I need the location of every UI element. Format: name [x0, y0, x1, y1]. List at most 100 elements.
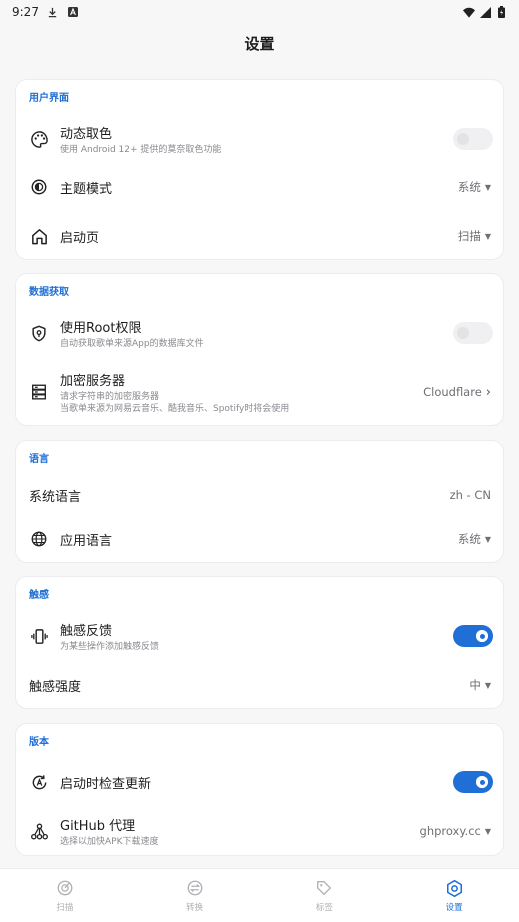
setting-system-language: 系统语言 zh - CN	[16, 473, 505, 517]
contrast-icon	[29, 177, 49, 197]
haptic-feedback-toggle[interactable]	[453, 625, 493, 647]
haptic-intensity-title: 触感强度	[29, 679, 82, 695]
update-icon	[29, 772, 49, 792]
dynamic-color-toggle[interactable]	[453, 128, 493, 150]
network-icon	[29, 821, 49, 841]
theme-mode-text: 主题模式	[60, 178, 112, 197]
encrypt-server-title: 加密服务器	[60, 373, 126, 389]
app-language-value: 系统	[457, 532, 481, 546]
setting-app-language[interactable]: 应用语言 系统 ▼	[16, 517, 505, 561]
section-title-version: 版本	[29, 737, 49, 748]
nav-item-tag[interactable]: 标签	[260, 869, 390, 922]
setting-github-proxy[interactable]: GitHub 代理 选择以加快APK下载速度 ghproxy.cc ▼	[16, 808, 505, 854]
encrypt-server-subtitle-2: 当歌单来源为网易云音乐、酷我音乐、Spotify时将会使用	[60, 403, 290, 414]
encrypt-server-value: Cloudflare	[423, 385, 482, 399]
caret-down-icon: ▼	[484, 534, 491, 544]
section-title-data: 数据获取	[29, 287, 69, 298]
theme-mode-title: 主题模式	[60, 181, 113, 197]
home-icon	[29, 226, 49, 246]
settings-icon	[444, 878, 464, 898]
globe-icon	[29, 529, 49, 549]
convert-icon	[185, 878, 205, 898]
haptic-intensity-value: 中	[469, 678, 481, 692]
setting-haptic-intensity[interactable]: 触感强度 中 ▼	[16, 663, 505, 707]
a-badge-icon	[67, 6, 79, 18]
setting-root[interactable]: 使用Root权限 自动获取歌单来源App的数据库文件	[16, 310, 505, 356]
status-time: 9:27	[12, 5, 39, 19]
haptic-intensity-text: 触感强度	[29, 676, 81, 695]
section-title-ui: 用户界面	[29, 93, 69, 104]
setting-dynamic-color[interactable]: 动态取色 使用 Android 12+ 提供的莫奈取色功能	[16, 116, 505, 162]
github-proxy-text: GitHub 代理 选择以加快APK下载速度	[60, 815, 159, 848]
section-ui: 用户界面 动态取色 使用 Android 12+ 提供的莫奈取色功能 主题模式 …	[15, 79, 504, 260]
palette-icon	[29, 129, 49, 149]
nav-item-scan[interactable]: 扫描	[0, 869, 130, 922]
encrypt-server-text: 加密服务器 请求字符串的加密服务器 当歌单来源为网易云音乐、酷我音乐、Spoti…	[60, 370, 289, 415]
section-title-haptics: 触感	[29, 590, 49, 601]
setting-check-update[interactable]: 启动时检查更新	[16, 760, 505, 804]
dynamic-color-subtitle: 使用 Android 12+ 提供的莫奈取色功能	[60, 144, 222, 155]
app-language-dropdown[interactable]: 系统 ▼	[458, 531, 491, 547]
download-icon	[47, 6, 59, 18]
encrypt-server-subtitle-1: 请求字符串的加密服务器	[60, 391, 160, 402]
app-language-title: 应用语言	[60, 533, 113, 549]
system-language-value: zh - CN	[449, 488, 491, 502]
nav-label-scan: 扫描	[56, 903, 74, 913]
nav-item-convert[interactable]: 转换	[130, 869, 260, 922]
nav-label-settings: 设置	[445, 903, 463, 913]
setting-launch-page[interactable]: 启动页 扫描 ▼	[16, 214, 505, 258]
github-proxy-value: ghproxy.cc	[419, 824, 481, 838]
launch-page-text: 启动页	[60, 227, 99, 246]
root-text: 使用Root权限 自动获取歌单来源App的数据库文件	[60, 317, 204, 350]
scan-icon	[55, 878, 75, 898]
root-title: 使用Root权限	[60, 320, 142, 336]
haptic-feedback-title: 触感反馈	[60, 623, 113, 639]
encrypt-server-link[interactable]: Cloudflare ›	[423, 385, 491, 400]
section-title-language: 语言	[29, 454, 49, 465]
signal-icon	[479, 6, 491, 18]
dynamic-color-text: 动态取色 使用 Android 12+ 提供的莫奈取色功能	[60, 123, 221, 156]
battery-icon	[495, 6, 507, 18]
github-proxy-title: GitHub 代理	[60, 818, 136, 834]
setting-haptic-feedback[interactable]: 触感反馈 为某些操作添加触感反馈	[16, 613, 505, 659]
launch-page-value: 扫描	[457, 229, 481, 243]
server-icon	[29, 382, 49, 402]
section-version: 版本 启动时检查更新 GitHub 代理 选择以加快APK下载速度 ghprox…	[15, 723, 504, 856]
setting-theme-mode[interactable]: 主题模式 系统 ▼	[16, 165, 505, 209]
status-bar: 9:27	[0, 0, 519, 24]
dynamic-color-title: 动态取色	[60, 126, 113, 142]
page-title: 设置	[244, 35, 275, 53]
section-language: 语言 系统语言 zh - CN 应用语言 系统 ▼	[15, 440, 504, 563]
haptic-feedback-text: 触感反馈 为某些操作添加触感反馈	[60, 620, 159, 653]
launch-page-title: 启动页	[60, 230, 100, 246]
setting-encrypt-server[interactable]: 加密服务器 请求字符串的加密服务器 当歌单来源为网易云音乐、酷我音乐、Spoti…	[16, 362, 505, 422]
check-update-toggle[interactable]	[453, 771, 493, 793]
theme-mode-dropdown[interactable]: 系统 ▼	[458, 179, 491, 195]
haptic-intensity-dropdown[interactable]: 中 ▼	[469, 677, 491, 693]
app-language-text: 应用语言	[60, 530, 112, 549]
shield-icon	[29, 323, 49, 343]
bottom-nav: 扫描 转换 标签 设置	[0, 868, 519, 922]
system-language-title: 系统语言	[29, 489, 82, 505]
check-update-text: 启动时检查更新	[60, 773, 151, 792]
launch-page-dropdown[interactable]: 扫描 ▼	[458, 228, 491, 244]
github-proxy-subtitle: 选择以加快APK下载速度	[60, 836, 159, 847]
caret-down-icon: ▼	[484, 680, 491, 690]
caret-down-icon: ▼	[484, 182, 491, 192]
check-update-title: 启动时检查更新	[60, 776, 152, 792]
nav-item-settings[interactable]: 设置	[389, 869, 519, 922]
tag-icon	[314, 878, 334, 898]
caret-down-icon: ▼	[484, 231, 491, 241]
caret-down-icon: ▼	[484, 826, 491, 836]
section-data: 数据获取 使用Root权限 自动获取歌单来源App的数据库文件 加密服务器 请求…	[15, 273, 504, 426]
theme-mode-value: 系统	[457, 180, 481, 194]
nav-label-tag: 标签	[315, 903, 333, 913]
root-subtitle: 自动获取歌单来源App的数据库文件	[60, 338, 204, 349]
haptic-feedback-subtitle: 为某些操作添加触感反馈	[60, 641, 160, 652]
wifi-icon	[463, 6, 475, 18]
root-toggle[interactable]	[453, 322, 493, 344]
section-haptics: 触感 触感反馈 为某些操作添加触感反馈 触感强度 中 ▼	[15, 576, 504, 709]
chevron-right-icon: ›	[485, 384, 491, 400]
github-proxy-dropdown[interactable]: ghproxy.cc ▼	[420, 824, 491, 838]
system-language-text: 系统语言	[29, 486, 81, 505]
